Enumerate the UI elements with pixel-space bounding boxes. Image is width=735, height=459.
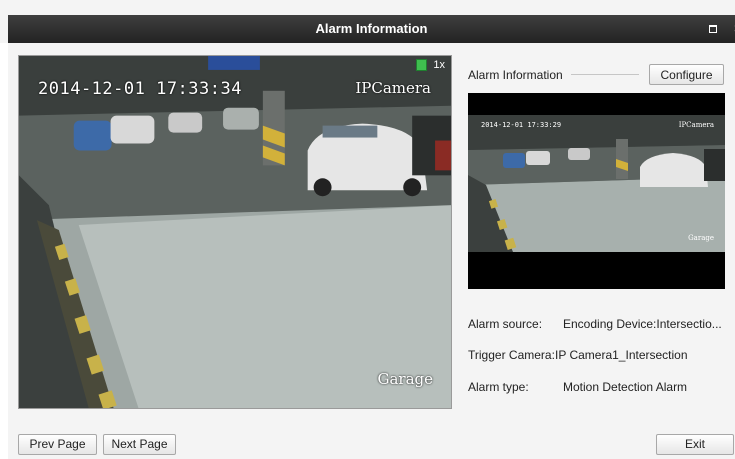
section-label-alarm-information: Alarm Information (468, 68, 563, 82)
alarm-type-label: Alarm type: (468, 380, 529, 394)
snapshot-frame-image: 2014-12-01 17:33:29 IPCamera Garage (468, 115, 725, 252)
next-page-button[interactable]: Next Page (103, 434, 176, 455)
alarm-source-label: Alarm source: (468, 317, 543, 331)
snapshot-timestamp: 2014-12-01 17:33:29 (481, 121, 562, 129)
snapshot-location-label: Garage (688, 234, 714, 242)
alarm-snapshot-view[interactable]: 2014-12-01 17:33:29 IPCamera Garage (468, 93, 725, 289)
alarm-source-value: Encoding Device:Intersectio... (563, 317, 722, 331)
configure-button[interactable]: Configure (649, 64, 724, 85)
live-video-view[interactable]: 1x 2014-12-01 17:33:34 IPCamera Garage (18, 55, 452, 409)
playback-speed-icon (416, 59, 427, 71)
prev-page-button[interactable]: Prev Page (18, 434, 97, 455)
restore-icon[interactable] (708, 23, 717, 33)
section-divider (571, 74, 639, 75)
window-edge (0, 43, 8, 459)
trigger-camera-value: IP Camera1_Intersection (555, 348, 688, 362)
video-camera-label: IPCamera (355, 79, 431, 97)
snapshot-camera-label: IPCamera (678, 121, 714, 129)
video-location-label: Garage (377, 370, 433, 388)
video-timestamp: 2014-12-01 17:33:34 (38, 79, 242, 99)
video-frame-image (19, 56, 451, 408)
alarm-information-window: Alarm Information × (0, 0, 735, 459)
alarm-type-value: Motion Detection Alarm (563, 380, 688, 394)
trigger-camera-label: Trigger Camera: (468, 348, 555, 362)
window-title: Alarm Information (315, 21, 428, 36)
title-bar[interactable]: Alarm Information × (8, 15, 735, 43)
playback-speed: 1x (433, 59, 445, 71)
exit-button[interactable]: Exit (656, 434, 734, 455)
